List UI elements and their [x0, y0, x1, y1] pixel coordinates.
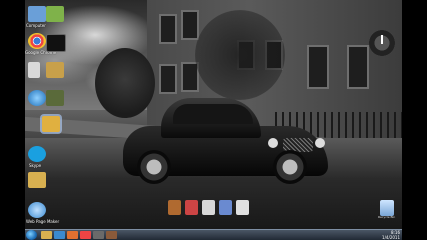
- system-tray-clock[interactable]: 8:16 1/4/2011: [382, 230, 400, 240]
- wallpaper-tree-shadow: [195, 10, 285, 100]
- tray-date: 1/4/2011: [382, 235, 400, 240]
- network-icon[interactable]: [28, 90, 46, 106]
- skype-icon[interactable]: [28, 146, 46, 162]
- dock-item-5[interactable]: [236, 200, 249, 215]
- desktop-icon-label: Web Page Maker: [26, 219, 60, 224]
- screen: Computer Google Chrome Skype Web Page Ma…: [0, 0, 427, 240]
- taskbar-explorer[interactable]: [41, 231, 52, 239]
- taskbar-app2[interactable]: [106, 231, 117, 239]
- media-icon[interactable]: [46, 90, 64, 106]
- folder-yellow-icon[interactable]: [28, 172, 46, 188]
- taskbar-media[interactable]: [67, 231, 78, 239]
- chrome-icon[interactable]: [28, 33, 46, 49]
- dock: [168, 200, 250, 218]
- recycle-bin-label: Recycle Bin: [378, 215, 396, 219]
- taskbar-chrome[interactable]: [80, 231, 91, 239]
- clock-gadget-icon[interactable]: [369, 30, 395, 56]
- taskbar-app[interactable]: [93, 231, 104, 239]
- letterbox-right: [402, 0, 427, 240]
- wallpaper-car: [123, 98, 328, 190]
- web-page-icon[interactable]: [28, 202, 46, 218]
- dock-item-1[interactable]: [168, 200, 181, 215]
- dock-item-4[interactable]: [219, 200, 232, 215]
- taskbar-ie[interactable]: [54, 231, 65, 239]
- desktop-icon-label: Computer: [26, 23, 46, 28]
- desktop-icon-label: Skype: [29, 163, 42, 168]
- dock-item-2[interactable]: [185, 200, 198, 215]
- start-button-icon[interactable]: [26, 230, 37, 240]
- file-icon[interactable]: [28, 62, 40, 78]
- letterbox-left: [0, 0, 25, 240]
- desktop-wallpaper[interactable]: Computer Google Chrome Skype Web Page Ma…: [25, 0, 402, 240]
- recycle-bin-icon[interactable]: [380, 200, 394, 216]
- folder-green-icon[interactable]: [46, 6, 64, 22]
- dock-item-3[interactable]: [202, 200, 215, 215]
- app-black-icon[interactable]: [46, 34, 66, 52]
- folder-icon[interactable]: [46, 62, 64, 78]
- folder-selected-icon[interactable]: [42, 116, 60, 132]
- taskbar: 8:16 1/4/2011: [25, 229, 402, 240]
- computer-icon[interactable]: [28, 6, 46, 22]
